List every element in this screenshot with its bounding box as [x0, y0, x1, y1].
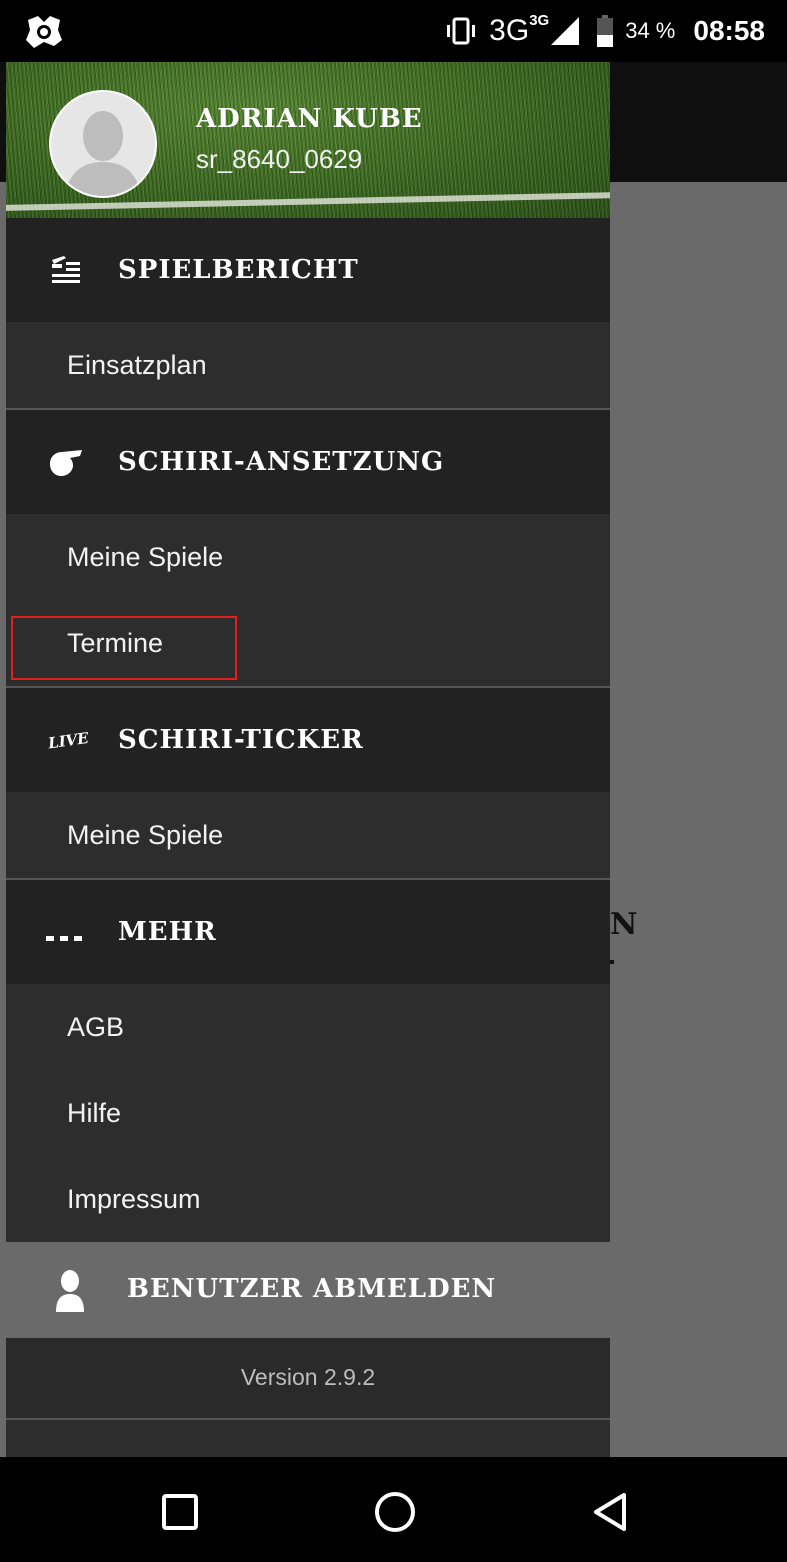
- menu-item-meine-spiele[interactable]: Meine Spiele: [6, 514, 610, 600]
- vibrate-icon: [447, 17, 476, 45]
- section-title: SCHIRI-TICKER: [118, 725, 364, 755]
- profile-username: sr_8640_0629: [196, 144, 363, 174]
- menu-item-hilfe[interactable]: Hilfe: [6, 1070, 610, 1156]
- profile-header[interactable]: ADRIAN KUBE sr_8640_0629: [6, 62, 610, 218]
- menu-item-label: Impressum: [67, 1183, 201, 1214]
- section-schiri-ticker: LIVE SCHIRI-TICKER: [6, 688, 610, 792]
- menu-item-impressum[interactable]: Impressum: [6, 1156, 610, 1242]
- user-silhouette-icon: [65, 111, 141, 196]
- profile-name: ADRIAN KUBE: [196, 104, 423, 134]
- battery-icon: [597, 15, 614, 47]
- recents-button[interactable]: [155, 1487, 205, 1537]
- menu-item-label: Meine Spiele: [67, 541, 224, 572]
- clock: 08:58: [693, 15, 765, 46]
- menu-item-label: Hilfe: [67, 1097, 122, 1128]
- more-icon: [46, 936, 82, 941]
- divider: [6, 1418, 610, 1420]
- menu-item-label: AGB: [67, 1011, 125, 1042]
- menu-item-label: Meine Spiele: [67, 819, 224, 850]
- report-icon: [52, 256, 80, 283]
- highlight-box: [11, 616, 237, 680]
- menu-item-label: Einsatzplan: [67, 349, 207, 380]
- avatar: [49, 90, 157, 198]
- background-text-fragment: N: [610, 907, 638, 942]
- section-title: SCHIRI-ANSETZUNG: [118, 447, 445, 477]
- menu-item-einsatzplan[interactable]: Einsatzplan: [6, 322, 610, 408]
- app-notification-icon: [26, 16, 62, 48]
- status-bar: 3G3G 34 % 08:58: [0, 0, 787, 62]
- logout-label: BENUTZER ABMELDEN: [127, 1274, 497, 1304]
- back-button[interactable]: [586, 1487, 636, 1537]
- version-info: Version 2.9.2: [6, 1338, 610, 1418]
- section-schiri-ansetzung: SCHIRI-ANSETZUNG: [6, 410, 610, 514]
- navigation-bar: [0, 1457, 787, 1562]
- navigation-drawer: ADRIAN KUBE sr_8640_0629 SPIELBERICHT Ei…: [6, 62, 610, 1457]
- user-icon: [56, 1270, 84, 1312]
- battery-percent: 34 %: [625, 18, 676, 43]
- section-mehr: MEHR: [6, 880, 610, 984]
- menu-item-agb[interactable]: AGB: [6, 984, 610, 1070]
- section-title: MEHR: [118, 917, 217, 947]
- svg-text:LIVE: LIVE: [46, 729, 90, 753]
- signal-icon: [551, 17, 580, 45]
- section-title: SPIELBERICHT: [118, 255, 359, 285]
- home-button[interactable]: [370, 1487, 420, 1537]
- version-label: Version 2.9.2: [240, 1364, 376, 1390]
- live-icon: LIVE: [46, 729, 90, 753]
- whistle-icon: [50, 450, 82, 476]
- logout-button[interactable]: BENUTZER ABMELDEN: [6, 1242, 610, 1338]
- network-type: 3G3G: [489, 12, 550, 47]
- menu-item-ticker-meine-spiele[interactable]: Meine Spiele: [6, 792, 610, 878]
- section-spielbericht: SPIELBERICHT: [6, 218, 610, 322]
